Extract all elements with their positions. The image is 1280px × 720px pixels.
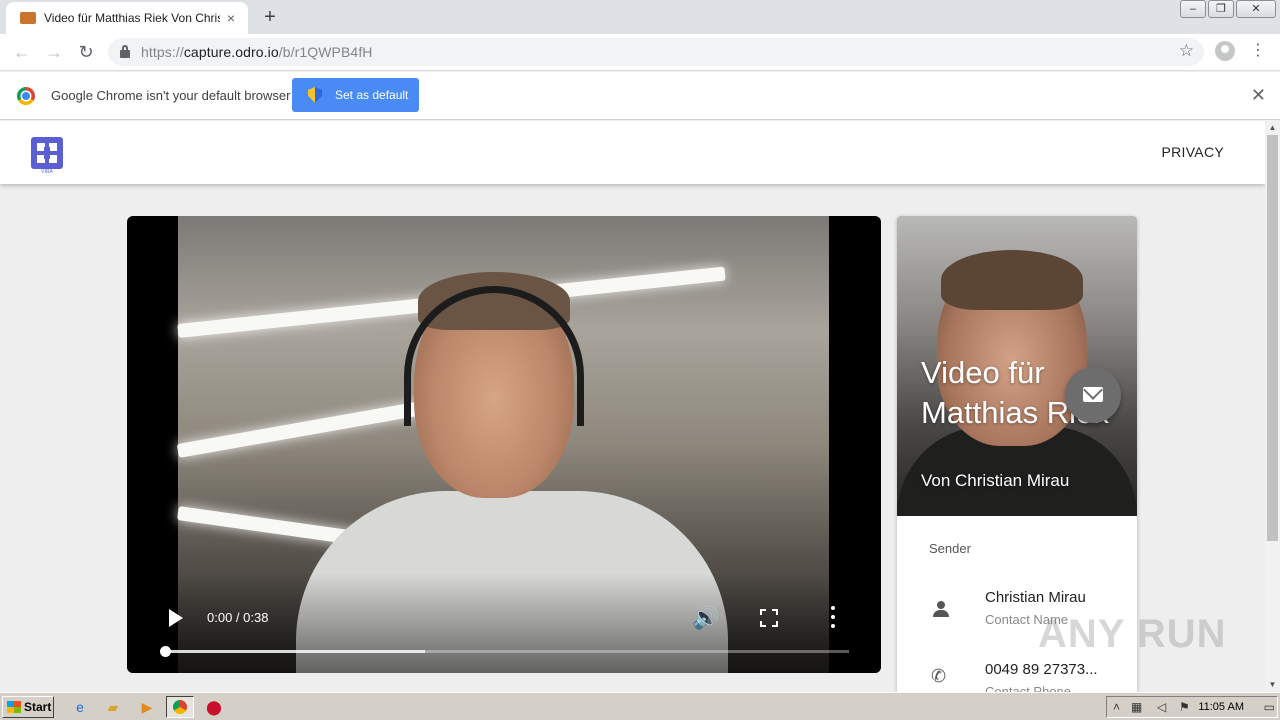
contact-phone[interactable]: 0049 89 27373... bbox=[985, 661, 1098, 678]
scroll-down-arrow-icon[interactable]: ▼ bbox=[1265, 678, 1280, 692]
opera-icon[interactable]: ⬤ bbox=[204, 698, 224, 716]
scroll-up-arrow-icon[interactable]: ▲ bbox=[1265, 121, 1280, 135]
tray-expand-icon[interactable]: ˄ bbox=[1113, 700, 1120, 714]
video-time: 0:00 / 0:38 bbox=[207, 610, 269, 625]
video-buffered-range bbox=[165, 650, 425, 653]
volume-icon[interactable]: 🔊 bbox=[692, 605, 720, 631]
network-icon[interactable]: ▦ bbox=[1131, 700, 1142, 714]
folder-icon[interactable]: ▰ bbox=[103, 698, 123, 716]
internet-explorer-icon[interactable]: e bbox=[70, 698, 90, 716]
tab-active[interactable]: Video für Matthias Riek Von Christian Mi… bbox=[6, 2, 248, 34]
url-scheme: https:// bbox=[141, 44, 184, 60]
fullscreen-icon[interactable] bbox=[760, 609, 778, 627]
phone-icon: ✆ bbox=[931, 666, 947, 686]
url-path: /b/r1QWPB4fH bbox=[278, 44, 373, 60]
sender-heading: Sender bbox=[929, 541, 971, 556]
lock-icon[interactable] bbox=[120, 45, 130, 58]
infobar-message: Google Chrome isn't your default browser bbox=[51, 88, 291, 103]
tab-strip: Video für Matthias Riek Von Christian Mi… bbox=[0, 0, 1280, 34]
video-more-options-icon[interactable] bbox=[830, 606, 836, 630]
start-label: Start bbox=[24, 700, 52, 714]
browser-toolbar: ← → ↻ https://capture.odro.io/b/r1QWPB4f… bbox=[0, 34, 1280, 71]
play-icon[interactable] bbox=[169, 609, 183, 627]
action-center-flag-icon[interactable]: ⚑ bbox=[1179, 700, 1190, 714]
site-logo-text: VIRA bbox=[41, 169, 53, 175]
url-host: capture.odro.io bbox=[183, 44, 279, 60]
media-player-icon[interactable]: ▶ bbox=[137, 698, 157, 716]
minimize-button[interactable]: – bbox=[1180, 0, 1206, 18]
contact-name: Christian Mirau bbox=[985, 589, 1086, 606]
show-desktop-icon[interactable]: ▭ bbox=[1264, 700, 1275, 714]
site-header: VIRA PRIVACY bbox=[0, 121, 1265, 184]
email-button[interactable] bbox=[1065, 367, 1121, 423]
chrome-menu-icon[interactable]: ⋮ bbox=[1250, 40, 1266, 62]
video-subtitle: Von Christian Mirau bbox=[921, 471, 1070, 490]
privacy-link[interactable]: PRIVACY bbox=[1161, 144, 1224, 160]
chrome-taskbar-icon[interactable] bbox=[166, 696, 194, 718]
infobar-close-icon[interactable]: ✕ bbox=[1251, 86, 1266, 104]
speaker-icon[interactable]: ◁ bbox=[1157, 700, 1166, 714]
profile-avatar-icon[interactable] bbox=[1215, 41, 1235, 61]
sender-photo: Video für Matthias Riek Von Christian Mi… bbox=[897, 216, 1137, 516]
url-text: https://capture.odro.io/b/r1QWPB4fH bbox=[141, 44, 373, 60]
reload-button[interactable]: ↻ bbox=[74, 40, 98, 64]
default-browser-infobar: Google Chrome isn't your default browser… bbox=[0, 72, 1280, 120]
window-controls: – ❐ ✕ bbox=[1178, 0, 1276, 18]
windows-logo-icon bbox=[7, 701, 21, 713]
set-as-default-label: Set as default bbox=[335, 88, 409, 102]
chrome-logo-icon bbox=[17, 87, 35, 105]
uac-shield-icon bbox=[308, 87, 322, 103]
forward-button[interactable]: → bbox=[42, 40, 66, 64]
taskbar-clock: 11:05 AM bbox=[1198, 701, 1244, 713]
mail-icon bbox=[1083, 387, 1103, 402]
contact-phone-label: Contact Phone bbox=[985, 684, 1072, 692]
video-scrubber-handle[interactable] bbox=[160, 646, 171, 657]
restore-button[interactable]: ❐ bbox=[1208, 0, 1234, 18]
tab-title: Video für Matthias Riek Von Christian Mi… bbox=[44, 11, 220, 25]
start-button[interactable]: Start bbox=[2, 696, 54, 718]
close-window-button[interactable]: ✕ bbox=[1236, 0, 1276, 18]
system-tray: ˄ ▦ ◁ ⚑ 11:05 AM ▭ bbox=[1106, 696, 1278, 718]
bookmark-star-icon[interactable]: ☆ bbox=[1179, 41, 1194, 61]
person-icon bbox=[933, 601, 949, 617]
anyrun-watermark: ANY RUN bbox=[1038, 612, 1227, 656]
video-player[interactable]: 0:00 / 0:38 🔊 bbox=[127, 216, 881, 673]
scrollbar-thumb[interactable] bbox=[1267, 135, 1278, 541]
address-bar[interactable]: https://capture.odro.io/b/r1QWPB4fH ☆ bbox=[108, 38, 1204, 66]
tab-close-icon[interactable]: × bbox=[222, 9, 240, 27]
video-progress-bar[interactable] bbox=[160, 646, 849, 657]
site-logo-icon[interactable] bbox=[31, 137, 63, 169]
back-button[interactable]: ← bbox=[10, 40, 34, 64]
page-scrollbar[interactable]: ▲ ▼ bbox=[1265, 121, 1280, 692]
new-tab-button[interactable]: + bbox=[258, 5, 282, 29]
windows-taskbar: Start e ▰ ▶ ⬤ ˄ ▦ ◁ ⚑ 11:05 AM ▭ bbox=[0, 692, 1280, 720]
tab-favicon-icon bbox=[20, 12, 36, 24]
set-as-default-button[interactable]: Set as default bbox=[292, 78, 419, 112]
